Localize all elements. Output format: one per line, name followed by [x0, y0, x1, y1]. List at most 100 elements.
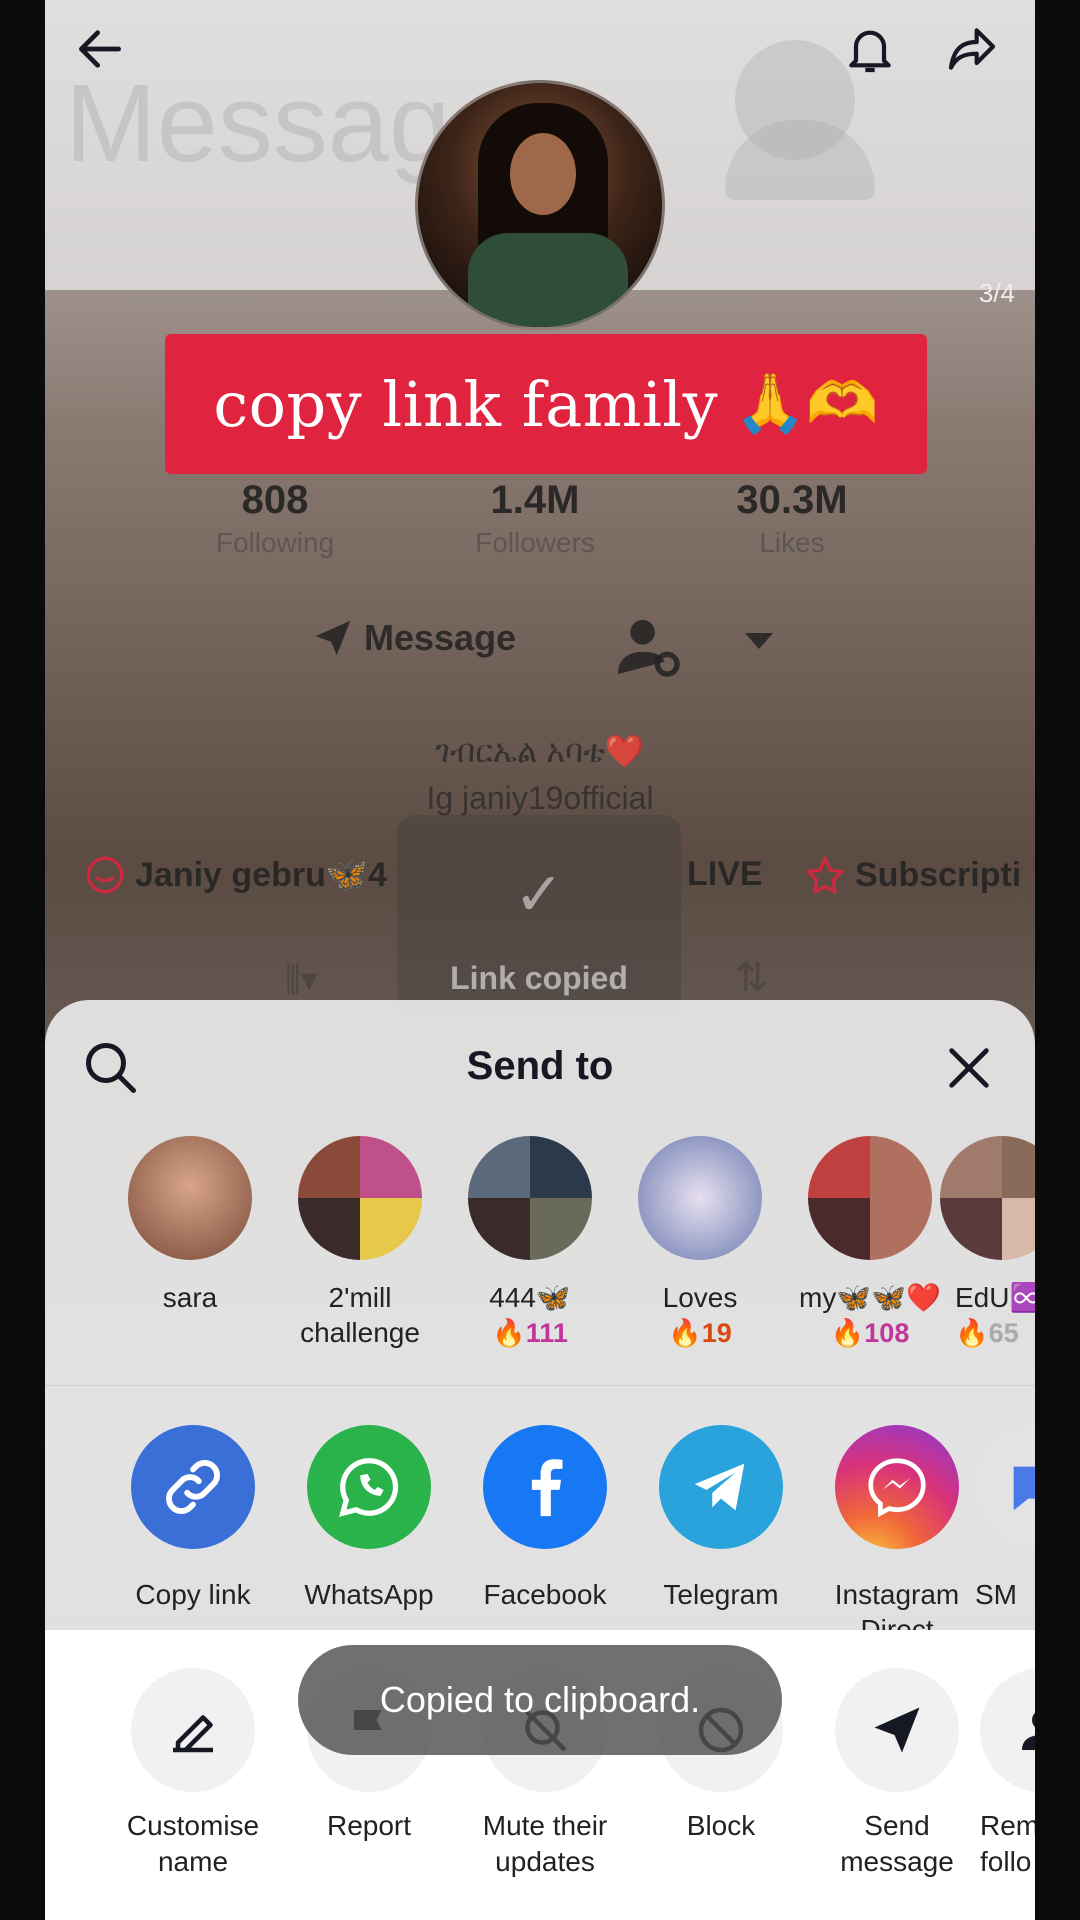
- action-label: Mute their updates: [482, 1810, 608, 1877]
- contact-name: sara: [162, 1282, 218, 1313]
- streak-count: 111: [525, 1318, 568, 1348]
- share-arrow-icon[interactable]: [937, 14, 1007, 84]
- avatar-outfit: [468, 233, 628, 327]
- swap-icon: ⇅: [735, 956, 769, 1000]
- share-sheet: Send to sara 2'mill challenge 444🦋 🔥111 …: [45, 1000, 1035, 1920]
- action-label: Send message: [840, 1810, 954, 1877]
- playlist-icon: [86, 856, 124, 894]
- close-icon[interactable]: [943, 1042, 995, 1094]
- link-copied-text: Link copied: [450, 960, 628, 996]
- sms-icon: [975, 1425, 1035, 1549]
- person-settings-icon[interactable]: [615, 615, 685, 679]
- stat-value: 808: [241, 478, 309, 522]
- right-letterbox: [1035, 0, 1080, 1920]
- banner-emoji: 🙏🫶: [734, 371, 879, 436]
- contact-avatar: [808, 1136, 932, 1260]
- star-badge-icon: [806, 856, 844, 894]
- message-button[interactable]: Message: [310, 615, 516, 661]
- checkmark-icon: ✓: [513, 861, 565, 928]
- link-copied-toast: ✓ Link copied: [397, 815, 681, 1015]
- message-label: Message: [364, 617, 517, 658]
- contact-item[interactable]: 444🦋 🔥111: [445, 1136, 615, 1351]
- app-label: SM: [975, 1579, 1017, 1610]
- sheet-title: Send to: [466, 1044, 614, 1088]
- remove-follower-action[interactable]: Remov follo: [980, 1668, 1035, 1880]
- back-arrow-icon[interactable]: [65, 14, 135, 84]
- contact-name: 444🦋: [489, 1282, 571, 1313]
- action-label: Customise name: [126, 1810, 260, 1877]
- whatsapp-option[interactable]: WhatsApp: [281, 1425, 457, 1612]
- stat-followers[interactable]: 1.4M Followers: [425, 478, 645, 559]
- copy-link-option[interactable]: Copy link: [105, 1425, 281, 1612]
- telegram-icon: [659, 1425, 783, 1549]
- sheet-divider: [45, 1385, 1035, 1386]
- streak-badge: 🔥65: [955, 1318, 1019, 1348]
- stat-value: 30.3M: [736, 478, 848, 522]
- app-label: Copy link: [135, 1579, 251, 1610]
- action-label: Report: [326, 1810, 412, 1841]
- contact-item[interactable]: sara: [105, 1136, 275, 1315]
- action-label: Remov follo: [980, 1810, 1035, 1877]
- link-icon: [131, 1425, 255, 1549]
- stat-label: Likes: [759, 527, 825, 558]
- send-message-action[interactable]: Send message: [809, 1668, 985, 1880]
- share-app-row: Copy link WhatsApp Facebook Telegram Ins…: [45, 1425, 1035, 1655]
- profile-avatar[interactable]: [415, 80, 665, 330]
- contact-avatar: [128, 1136, 252, 1260]
- streak-badge: 🔥19: [668, 1318, 732, 1348]
- bell-icon[interactable]: [835, 14, 905, 84]
- sms-option[interactable]: SM: [975, 1425, 1035, 1612]
- customise-name-action[interactable]: Customise name: [105, 1668, 281, 1880]
- facebook-icon: [483, 1425, 607, 1549]
- live-chip[interactable]: LIVE: [687, 855, 763, 894]
- contact-item[interactable]: EdU♾️ 🔥65: [940, 1136, 1035, 1351]
- streak-badge: 🔥111: [492, 1318, 568, 1348]
- contact-avatar: [638, 1136, 762, 1260]
- stat-likes[interactable]: 30.3M Likes: [682, 478, 902, 559]
- contact-item[interactable]: Loves 🔥19: [615, 1136, 785, 1351]
- streak-badge: 🔥108: [830, 1318, 910, 1348]
- stat-value: 1.4M: [490, 478, 580, 522]
- remove-person-icon: [980, 1668, 1035, 1792]
- caption-banner: copy link family 🙏🫶: [165, 334, 927, 474]
- subscription-label: Subscripti: [855, 855, 1022, 894]
- stat-following[interactable]: 808 Following: [165, 478, 385, 559]
- app-label: WhatsApp: [304, 1579, 434, 1610]
- contact-list: sara 2'mill challenge 444🦋 🔥111 Loves 🔥1…: [45, 1136, 1035, 1376]
- pencil-icon: [131, 1668, 255, 1792]
- messenger-icon: [835, 1425, 959, 1549]
- subscription-chip[interactable]: Subscripti: [805, 855, 1021, 895]
- app-label: Facebook: [483, 1579, 607, 1610]
- avatar-face: [510, 133, 576, 215]
- whatsapp-icon: [307, 1425, 431, 1549]
- contact-item[interactable]: 2'mill challenge: [275, 1136, 445, 1350]
- app-label: Telegram: [663, 1579, 779, 1610]
- playlist-chip[interactable]: Janiy gebru🦋4: [85, 855, 387, 895]
- copied-toast: Copied to clipboard.: [298, 1645, 782, 1755]
- chevron-down-icon[interactable]: [745, 633, 773, 649]
- action-label: Block: [686, 1810, 756, 1841]
- video-frame: Message 3/4 copy link family 🙏🫶 808 Foll…: [45, 0, 1035, 1920]
- paper-plane-icon: [835, 1668, 959, 1792]
- instagram-direct-option[interactable]: Instagram Direct: [809, 1425, 985, 1647]
- left-letterbox: [0, 0, 45, 1920]
- stat-label: Following: [215, 527, 335, 558]
- contact-avatar: [468, 1136, 592, 1260]
- page-counter: 3/4: [978, 278, 1015, 308]
- contact-name: Loves: [662, 1282, 738, 1313]
- contact-item[interactable]: my🦋🦋❤️ 🔥108: [785, 1136, 955, 1351]
- contact-avatar: [940, 1136, 1035, 1260]
- telegram-option[interactable]: Telegram: [633, 1425, 809, 1612]
- stat-label: Followers: [475, 527, 595, 558]
- grid-filter-icon: ⫼▾: [285, 961, 318, 999]
- streak-count: 108: [864, 1318, 910, 1348]
- contact-name: 2'mill challenge: [300, 1282, 420, 1348]
- streak-count: 19: [701, 1318, 732, 1348]
- bio-line: ገብርኤል አባቴ❤️: [435, 733, 645, 769]
- paper-plane-icon: [315, 620, 351, 656]
- bio-handle: Ig janiy19official: [426, 780, 654, 816]
- contact-avatar: [298, 1136, 422, 1260]
- contact-name: EdU♾️: [955, 1282, 1035, 1313]
- facebook-option[interactable]: Facebook: [457, 1425, 633, 1612]
- streak-count: 65: [988, 1318, 1019, 1348]
